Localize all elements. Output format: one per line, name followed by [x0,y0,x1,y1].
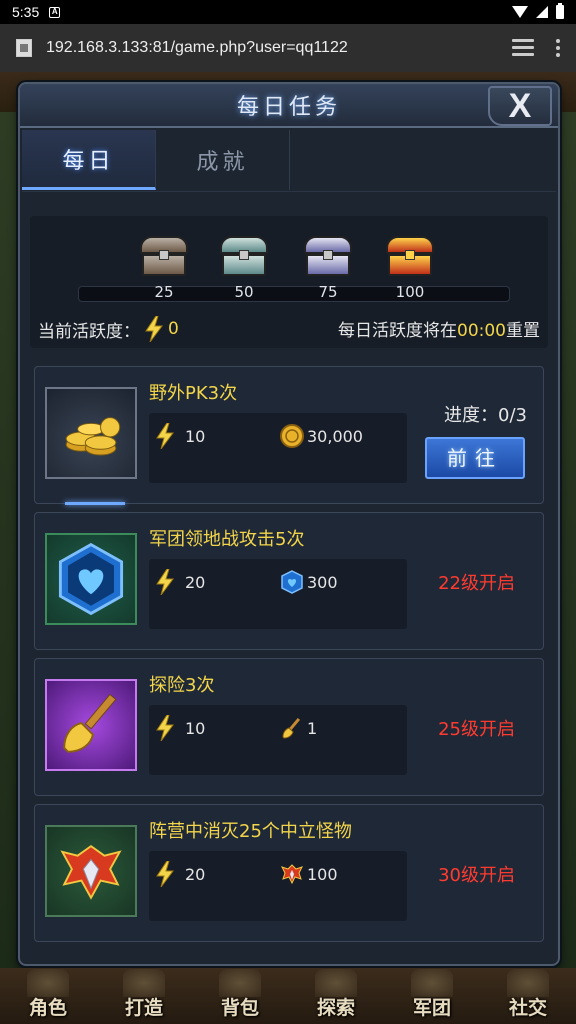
heart-shield-icon [45,533,137,625]
level-lock-text: 22级开启 [438,573,515,594]
chest-tier-4-icon[interactable] [386,236,434,278]
winged-emblem-icon [279,861,305,887]
task-card: 军团领地战攻击5次 20 300 22级开启 [34,512,544,650]
card-glow [65,502,125,505]
task-title: 探险3次 [149,675,215,696]
page-favicon-icon [16,39,32,57]
notification-icon: A [49,6,61,18]
nav-label: 军团 [412,997,451,1019]
shovel-icon [45,679,137,771]
browser-toolbar: 192.168.3.133:81/game.php?user=qq1122 [0,24,576,72]
nav-label: 社交 [508,997,547,1019]
reward-box: 10 30,000 [149,413,407,483]
shovel-icon [279,715,305,741]
signal-icon [536,6,548,18]
reward-energy: 20 [185,573,206,592]
task-card: 野外PK3次 10 30,000 进度：0/3 前往 [34,366,544,505]
task-progress: 进度：0/3 [444,405,527,426]
heart-shield-icon [279,569,305,595]
reward-box: 20 100 [149,851,407,921]
gold-coins-icon [45,387,137,479]
tier-label-25: 25 [154,283,174,301]
reward-value: 100 [307,865,338,884]
tab-achievements[interactable]: 成就 [156,130,290,190]
current-activity-label: 当前活跃度： [38,321,140,342]
reset-suffix: 重置 [506,321,540,341]
tier-label-100: 100 [395,283,425,301]
close-button[interactable]: X [488,86,552,126]
go-button[interactable]: 前往 [425,437,525,479]
task-card: 阵营中消灭25个中立怪物 20 100 30级开启 [34,804,544,942]
reset-notice: 每日活跃度将在00:00重置 [338,316,540,341]
activity-panel: 25 50 75 100 当前活跃度： 0 每日活跃度将在00:00重置 [30,216,548,348]
dialog-header: 每日任务 X [20,84,558,128]
overflow-menu-icon[interactable] [556,39,560,57]
tab-bar: 每日 成就 [22,130,556,192]
lightning-icon [155,860,175,888]
nav-legion[interactable]: 军团 [387,969,477,1020]
nav-social[interactable]: 社交 [483,969,573,1020]
daily-tasks-dialog: 每日任务 X 每日 成就 25 50 75 100 当前活跃度： 0 每日活跃度… [18,82,560,966]
reward-value: 1 [307,719,318,738]
status-icons [512,3,564,19]
lightning-icon [155,422,175,450]
current-activity-value: 0 [168,319,179,339]
reward-box: 20 300 [149,559,407,629]
tier-label-50: 50 [234,283,254,301]
nav-label: 背包 [220,997,259,1019]
wifi-icon [512,6,528,18]
nav-label: 探索 [316,997,355,1019]
reward-energy: 10 [185,719,206,738]
chest-tier-2-icon[interactable] [220,236,268,278]
task-card: 探险3次 10 1 25级开启 [34,658,544,796]
tier-label-75: 75 [318,283,338,301]
level-lock-text: 30级开启 [438,865,515,886]
task-title: 阵营中消灭25个中立怪物 [149,821,352,842]
tab-daily[interactable]: 每日 [22,130,156,190]
status-bar: 5:35 A [0,0,576,24]
nav-label: 角色 [28,997,67,1019]
reward-box: 10 1 [149,705,407,775]
nav-explore[interactable]: 探索 [291,969,381,1020]
nav-label: 打造 [124,997,163,1019]
chest-tier-1-icon[interactable] [140,236,188,278]
dialog-title: 每日任务 [236,95,341,120]
winged-emblem-icon [45,825,137,917]
current-activity: 当前活跃度： 0 [38,315,179,343]
nav-backpack[interactable]: 背包 [195,969,285,1020]
gold-coin-icon [279,423,305,449]
battery-icon [556,3,564,19]
nav-forge[interactable]: 打造 [99,969,189,1020]
chest-tier-3-icon[interactable] [304,236,352,278]
url-bar[interactable]: 192.168.3.133:81/game.php?user=qq1122 [46,39,512,57]
lightning-icon [144,315,164,343]
reset-prefix: 每日活跃度将在 [338,321,457,341]
reward-energy: 10 [185,427,206,446]
tabs-icon[interactable] [512,39,534,57]
nav-character[interactable]: 角色 [3,969,93,1020]
reset-time: 00:00 [457,321,506,341]
task-title: 野外PK3次 [149,383,238,404]
level-lock-text: 25级开启 [438,719,515,740]
reward-value: 30,000 [307,427,363,446]
reward-energy: 20 [185,865,206,884]
lightning-icon [155,568,175,596]
game-background-right [558,112,576,972]
task-title: 军团领地战攻击5次 [149,529,305,550]
game-background-left [0,112,18,972]
reward-value: 300 [307,573,338,592]
lightning-icon [155,714,175,742]
bottom-navigation: 角色 打造 背包 探索 军团 社交 [0,968,576,1024]
status-time: 5:35 [12,4,40,20]
